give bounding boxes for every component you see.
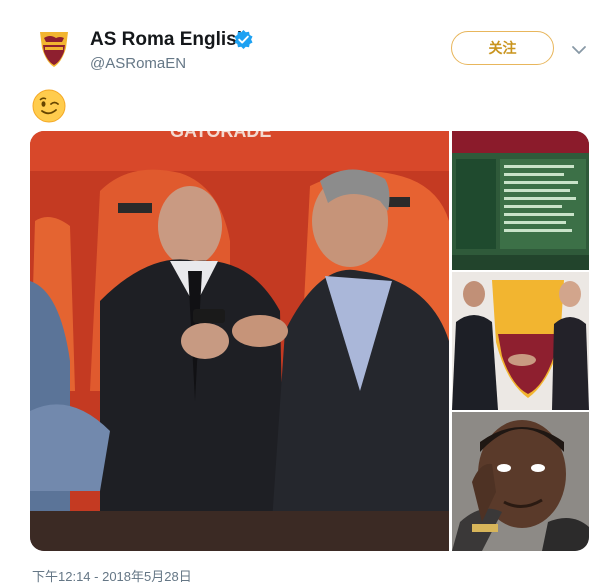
profile-avatar[interactable]: [32, 26, 76, 70]
verified-badge-icon: [234, 30, 253, 49]
media-grid: GATORADE: [30, 131, 589, 551]
chevron-down-icon[interactable]: [571, 42, 587, 55]
side-photo-meme[interactable]: [452, 412, 589, 551]
gatorade-banner-text: GATORADE: [170, 131, 271, 141]
side-photo-game-screenshot[interactable]: [452, 131, 589, 270]
tweet-timestamp[interactable]: 下午12:14 - 2018年5月28日: [32, 566, 192, 585]
main-photo[interactable]: GATORADE: [30, 131, 449, 551]
roma-crest-icon: [32, 26, 76, 70]
winking-face-icon: [32, 89, 66, 123]
side-photo-crest-handshake[interactable]: [452, 272, 589, 410]
user-handle[interactable]: @ASRomaEN: [90, 55, 186, 72]
follow-button[interactable]: 关注: [451, 31, 554, 65]
display-name[interactable]: AS Roma English: [90, 29, 248, 51]
